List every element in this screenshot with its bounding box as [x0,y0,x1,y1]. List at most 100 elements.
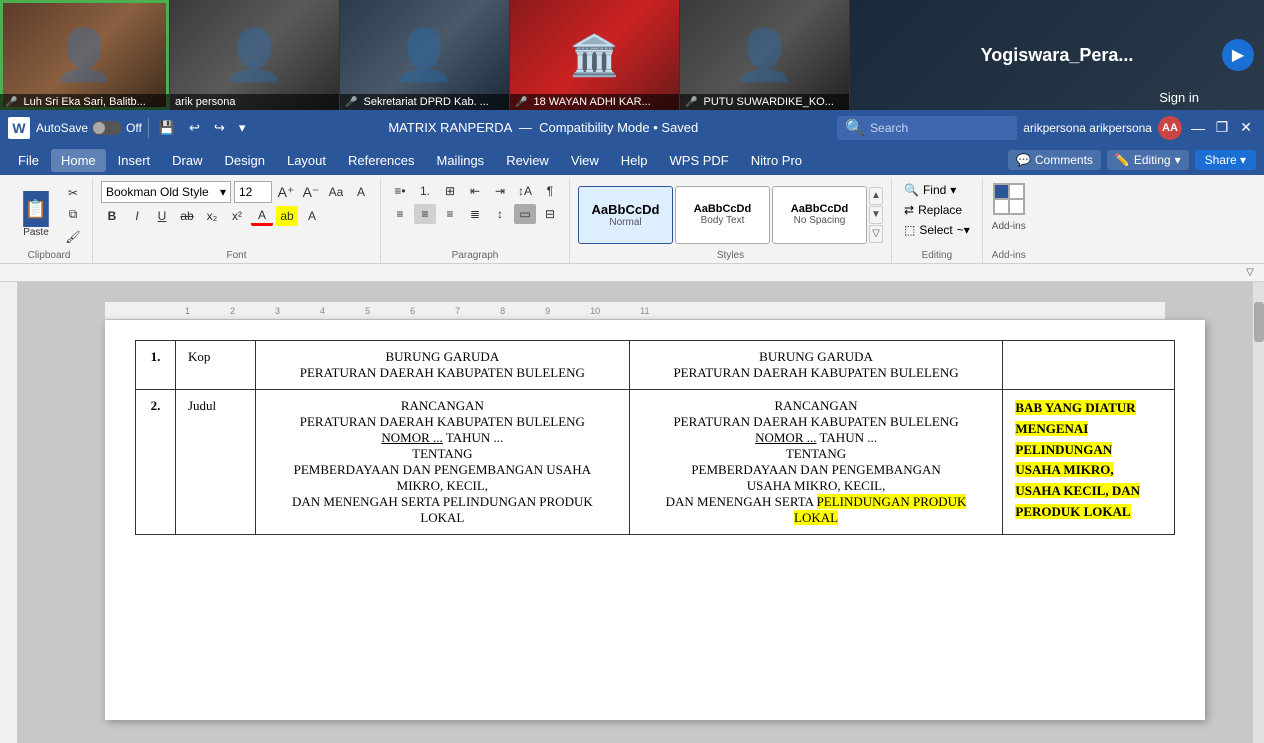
row-note-kop [1003,341,1175,390]
participant-3-label: 🎤 Sekretariat DPRD Kab. ... [340,94,509,110]
menu-file[interactable]: File [8,149,49,172]
highlight-button[interactable]: ab [276,206,298,226]
participant-2-label: arik persona [170,94,339,110]
styles-scroll-up[interactable]: ▲ [869,187,883,205]
font-shrink-button[interactable]: A⁻ [300,182,322,202]
user-avatar[interactable]: AA [1158,116,1182,140]
menu-layout[interactable]: Layout [277,149,336,172]
font-grow-button[interactable]: A⁺ [275,182,297,202]
font-label: Font [101,250,372,263]
style-body-text-button[interactable]: AaBbCcDd Body Text [675,186,770,244]
participant-2[interactable]: 👤 arik persona [170,0,340,110]
style-no-spacing-button[interactable]: AaBbCcDd No Spacing [772,186,867,244]
autosave-toggle[interactable]: AutoSave Off [36,121,142,135]
addins-icon[interactable] [991,181,1027,217]
styles-expand[interactable]: ▽ [869,225,883,243]
find-icon: 🔍 [904,183,919,197]
vertical-scrollbar[interactable] [1252,282,1264,743]
strikethrough-button[interactable]: ab [176,206,198,226]
restore-button[interactable]: ❐ [1212,118,1232,138]
increase-indent-button[interactable]: ⇥ [489,181,511,201]
menu-view[interactable]: View [561,149,609,172]
subscript-button[interactable]: x₂ [201,206,223,226]
featured-participant[interactable]: Yogiswara_Pera... ▶ Sign in [850,0,1264,110]
menu-wps-pdf[interactable]: WPS PDF [660,149,739,172]
comments-button[interactable]: 💬 Comments [1008,150,1101,170]
styles-scroll-down[interactable]: ▼ [869,206,883,224]
underline-button[interactable]: U [151,206,173,226]
superscript-button[interactable]: x² [226,206,248,226]
menu-mailings[interactable]: Mailings [427,149,495,172]
find-button[interactable]: 🔍 Find ▾ [900,181,960,199]
search-input[interactable] [870,121,1010,135]
borders-button[interactable]: ⊟ [539,204,561,224]
share-button[interactable]: Share ▾ [1195,150,1256,170]
shading-button[interactable]: ▭ [514,204,536,224]
redo-button[interactable]: ↪ [210,118,229,138]
autosave-pill[interactable] [92,121,122,135]
addins-label: Add-ins [991,250,1027,263]
menu-help[interactable]: Help [611,149,658,172]
format-painter-button[interactable]: 🖌 [62,227,84,247]
row-num-1: 1. [136,341,176,390]
font-size-selector[interactable]: 12 [234,181,272,203]
participant-3[interactable]: 👤 🎤 Sekretariat DPRD Kab. ... [340,0,510,110]
close-button[interactable]: ✕ [1236,118,1256,138]
clear-format-button[interactable]: A [350,182,372,202]
font-name-selector[interactable]: Bookman Old Style ▾ [101,181,231,203]
bullets-button[interactable]: ≡• [389,181,411,201]
copy-button[interactable]: ⧉ [62,205,84,225]
align-left-button[interactable]: ≡ [389,204,411,224]
share-label: Share [1205,153,1237,167]
menu-nitro-pro[interactable]: Nitro Pro [741,149,812,172]
save-button[interactable]: 💾 [155,118,179,138]
clipboard-label: Clipboard [14,250,84,263]
document-container[interactable]: 123 456 789 1011 1. Kop BURUNG GARUDA PE… [18,282,1252,743]
minimize-button[interactable]: — [1188,118,1208,138]
text-effects-button[interactable]: A [301,206,323,226]
cut-button[interactable]: ✂ [62,183,84,203]
menu-review[interactable]: Review [496,149,559,172]
search-icon: 🔍 [845,118,865,138]
quick-access-dropdown[interactable]: ▾ [235,118,250,138]
menu-references[interactable]: References [338,149,424,172]
participant-4-label: 🎤 18 WAYAN ADHI KAR... [510,94,679,110]
align-center-button[interactable]: ≡ [414,204,436,224]
participant-4[interactable]: 🏛️ 🎤 18 WAYAN ADHI KAR... [510,0,680,110]
numbering-button[interactable]: 1. [414,181,436,201]
font-name-dropdown-icon: ▾ [220,185,226,199]
menu-insert[interactable]: Insert [108,149,161,172]
addins-group: Add-ins Add-ins [983,179,1035,263]
undo-button[interactable]: ↩ [185,118,204,138]
next-participant-button[interactable]: ▶ [1222,39,1254,71]
replace-button[interactable]: ⇄ Replace [900,201,966,219]
ribbon-expand-button[interactable]: ▽ [1242,265,1258,281]
search-box[interactable]: 🔍 [837,116,1017,140]
menu-design[interactable]: Design [215,149,275,172]
participant-5[interactable]: 👤 🎤 PUTU SUWARDIKE_KO... [680,0,850,110]
font-row-2: B I U ab x₂ x² A ab A [101,206,323,226]
change-case-button[interactable]: Aa [325,182,347,202]
select-button[interactable]: ⬚ Select ~▾ [900,221,974,239]
justify-button[interactable]: ≣ [464,204,486,224]
italic-button[interactable]: I [126,206,148,226]
align-right-button[interactable]: ≡ [439,204,461,224]
word-logo: W [8,117,30,139]
line-spacing-button[interactable]: ↕ [489,204,511,224]
decrease-indent-button[interactable]: ⇤ [464,181,486,201]
multilevel-button[interactable]: ⊞ [439,181,461,201]
document-page[interactable]: 1. Kop BURUNG GARUDA PERATURAN DAERAH KA… [105,320,1205,720]
editing-button[interactable]: ✏️ Editing ▾ [1107,150,1189,170]
participant-1[interactable]: 👤 🎤 Luh Sri Eka Sari, Balitb... [0,0,170,110]
font-color-button[interactable]: A [251,206,273,226]
bold-button[interactable]: B [101,206,123,226]
style-normal-button[interactable]: AaBbCcDd Normal [578,186,673,244]
sort-button[interactable]: ↕A [514,181,536,201]
menu-home[interactable]: Home [51,149,106,172]
find-dropdown-icon: ▾ [950,183,956,197]
show-marks-button[interactable]: ¶ [539,181,561,201]
paste-button[interactable]: 📋 Paste [14,189,58,240]
scrollbar-thumb[interactable] [1254,302,1264,342]
menu-draw[interactable]: Draw [162,149,212,172]
addins-content: Add-ins [991,179,1027,250]
